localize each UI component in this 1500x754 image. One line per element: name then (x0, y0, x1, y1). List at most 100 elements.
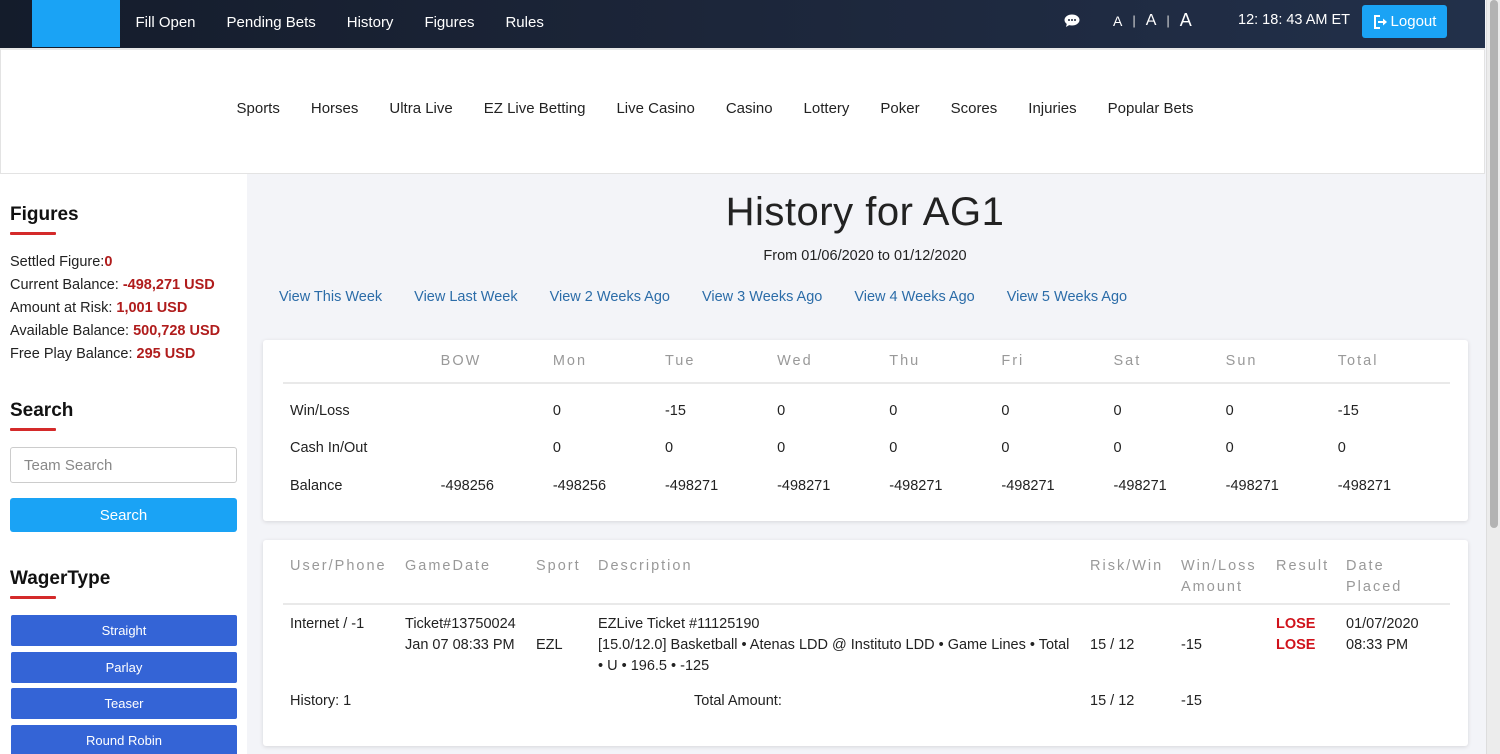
week-filter-links: View This Week View Last Week View 2 Wee… (263, 289, 1143, 305)
summary-cell (441, 392, 553, 430)
summary-cell: 0 (889, 402, 898, 419)
font-size-small[interactable]: A (1113, 13, 1122, 29)
summary-header-wed: Wed (777, 340, 890, 384)
weekly-summary-card: BOW Mon Tue Wed Thu Fri Sat Sun Total Wi… (263, 340, 1468, 521)
summary-cell: 0 (1225, 440, 1234, 457)
category-ultra-live[interactable]: Ultra Live (374, 100, 468, 117)
category-sports[interactable]: Sports (221, 100, 295, 117)
cell-sport: EZL (536, 637, 563, 653)
summary-cell: -15 (1337, 402, 1359, 419)
header-winloss-line1: Win/Loss (1181, 558, 1257, 574)
summary-cell: 0 (889, 440, 898, 457)
wagertype-heading: WagerType (10, 568, 111, 589)
search-button[interactable]: Search (10, 498, 237, 532)
wager-teaser-button[interactable]: Teaser (11, 688, 237, 719)
site-logo[interactable] (32, 0, 120, 47)
category-ez-live-betting[interactable]: EZ Live Betting (468, 100, 601, 117)
total-risk-win: 15 / 12 (1090, 693, 1135, 709)
view-4-weeks-ago-link[interactable]: View 4 Weeks Ago (838, 289, 990, 305)
summary-header-thu: Thu (889, 340, 1002, 384)
summary-cell (441, 430, 553, 468)
summary-cell: 0 (777, 440, 786, 457)
category-poker[interactable]: Poker (865, 100, 935, 117)
category-popular-bets[interactable]: Popular Bets (1092, 100, 1209, 117)
header-date-placed: Date Placed (1346, 540, 1450, 605)
logout-icon (1373, 14, 1387, 29)
summary-header-row: BOW Mon Tue Wed Thu Fri Sat Sun Total (283, 340, 1450, 384)
separator: | (1132, 13, 1136, 28)
cell-gamedate: Ticket#13750024 Jan 07 08:33 PM (405, 604, 536, 684)
heading-underline (10, 232, 56, 235)
header-gamedate: GameDate (405, 540, 536, 605)
summary-cell: 0 (1001, 402, 1010, 419)
view-3-weeks-ago-link[interactable]: View 3 Weeks Ago (686, 289, 838, 305)
view-last-week-link[interactable]: View Last Week (398, 289, 533, 305)
history-row: Internet / -1 Ticket#13750024 Jan 07 08:… (283, 604, 1450, 684)
summary-header (283, 340, 441, 384)
summary-cell: 0 (1113, 402, 1122, 419)
view-2-weeks-ago-link[interactable]: View 2 Weeks Ago (534, 289, 686, 305)
row-label: Win/Loss (290, 402, 350, 419)
nav-pending-bets[interactable]: Pending Bets (211, 14, 331, 31)
description-body: [15.0/12.0] Basketball • Atenas LDD @ In… (598, 637, 1070, 674)
font-size-large[interactable]: A (1180, 10, 1192, 31)
amount-at-risk-label: Amount at Risk: (10, 300, 117, 316)
nav-rules[interactable]: Rules (490, 14, 559, 31)
history-header-row: User/Phone GameDate Sport Description Ri… (283, 540, 1450, 605)
free-play-balance: Free Play Balance: 295 USD (10, 346, 195, 362)
available-balance-value: 500,728 USD (133, 323, 221, 339)
wager-round-robin-button[interactable]: Round Robin (11, 725, 237, 754)
available-balance-label: Available Balance: (10, 323, 134, 339)
team-search-input[interactable] (10, 447, 237, 483)
date-range: From 01/06/2020 to 01/12/2020 (763, 248, 967, 264)
header-risk-win: Risk/Win (1090, 540, 1181, 605)
category-injuries[interactable]: Injuries (1013, 100, 1092, 117)
wager-parlay-button[interactable]: Parlay (11, 652, 237, 683)
summary-cell: -498256 (552, 477, 607, 494)
nav-figures[interactable]: Figures (409, 14, 490, 31)
summary-row-winloss: Win/Loss 0 -15 0 0 0 0 0 -15 (283, 392, 1450, 430)
history-count: History: 1 (290, 693, 352, 709)
summary-cell: 0 (1001, 440, 1010, 457)
nav-history[interactable]: History (331, 14, 409, 31)
cell-description: EZLive Ticket #11125190 [15.0/12.0] Bask… (598, 604, 1090, 684)
search-heading: Search (10, 400, 74, 421)
category-scores[interactable]: Scores (935, 100, 1013, 117)
scrollbar-thumb[interactable] (1490, 0, 1498, 528)
summary-header-tue: Tue (664, 340, 778, 384)
category-casino[interactable]: Casino (710, 100, 788, 117)
top-bar: Fill Open Pending Bets History Figures R… (0, 0, 1485, 48)
cell-user: Internet / -1 (290, 616, 365, 632)
view-this-week-link[interactable]: View This Week (263, 289, 398, 305)
chat-bubble-icon[interactable] (1064, 14, 1080, 28)
summary-row-cash: Cash In/Out 0 0 0 0 0 0 0 0 (283, 430, 1450, 468)
category-live-casino[interactable]: Live Casino (601, 100, 710, 117)
cell-result: LOSE LOSE (1276, 604, 1346, 684)
clock: 12: 18: 43 AM ET (1238, 12, 1351, 28)
nav-fill-open[interactable]: Fill Open (120, 14, 211, 31)
page-scrollbar[interactable] (1486, 0, 1500, 754)
category-nav: Sports Horses Ultra Live EZ Live Betting… (0, 48, 1485, 174)
font-size-medium[interactable]: A (1146, 12, 1157, 30)
view-5-weeks-ago-link[interactable]: View 5 Weeks Ago (991, 289, 1143, 305)
category-horses[interactable]: Horses (295, 100, 374, 117)
free-play-balance-label: Free Play Balance: (10, 346, 137, 362)
top-nav: Fill Open Pending Bets History Figures R… (120, 0, 559, 44)
row-label: Cash In/Out (290, 440, 368, 457)
category-lottery[interactable]: Lottery (788, 100, 865, 117)
amount-at-risk: Amount at Risk: 1,001 USD (10, 300, 187, 316)
cell-risk-win: 15 / 12 (1090, 637, 1135, 653)
summary-cell: -498271 (777, 477, 831, 494)
summary-header-fri: Fri (1001, 340, 1114, 384)
logout-label: Logout (1390, 13, 1437, 30)
header-winloss-line2: Amount (1181, 579, 1243, 595)
header-placed-line2: Placed (1346, 579, 1403, 595)
weekly-summary-table: BOW Mon Tue Wed Thu Fri Sat Sun Total Wi… (283, 340, 1450, 505)
summary-cell: -498271 (664, 477, 719, 494)
logout-button[interactable]: Logout (1362, 5, 1447, 38)
summary-cell: -498271 (1225, 477, 1279, 494)
summary-cell: -498271 (1113, 477, 1167, 494)
wager-straight-button[interactable]: Straight (11, 615, 237, 646)
summary-header-total: Total (1337, 340, 1450, 384)
summary-cell: -498271 (889, 477, 943, 494)
